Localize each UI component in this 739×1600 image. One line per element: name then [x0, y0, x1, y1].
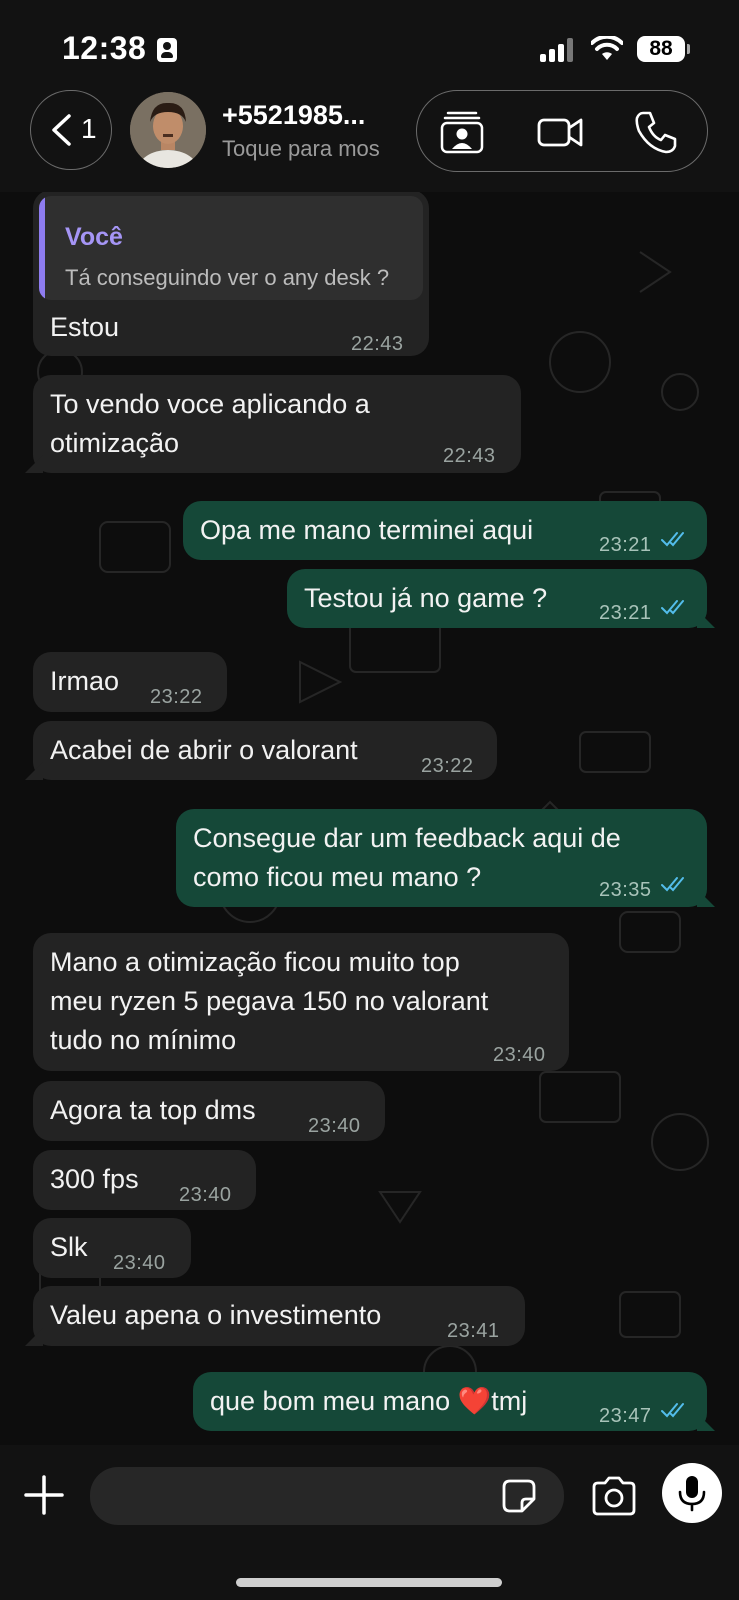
read-receipt-icon [661, 1403, 684, 1418]
message-list[interactable]: Você Tá conseguindo ver o any desk ? Est… [0, 192, 739, 1445]
quote-accent-bar [39, 196, 45, 300]
avatar[interactable] [130, 92, 206, 168]
contact-subtitle[interactable]: Toque para mos [222, 136, 392, 162]
message-bubble-incoming[interactable]: Valeu apena o investimento 23:41 [33, 1286, 525, 1346]
video-camera-icon[interactable] [537, 109, 583, 155]
phone-icon[interactable] [633, 109, 679, 155]
message-text: que bom meu mano ❤️tmj [210, 1386, 528, 1416]
message-time: 23:22 [421, 755, 474, 777]
message-text: como ficou meu mano ? [193, 862, 482, 892]
chat-header: 1 +5521985... Toque para mos [0, 90, 739, 192]
message-time: 22:43 [351, 333, 404, 355]
back-button[interactable]: 1 [30, 90, 112, 170]
message-time: 23:40 [179, 1184, 232, 1206]
message-bubble-outgoing[interactable]: Opa me mano terminei aqui 23:21 [183, 501, 707, 560]
contact-name[interactable]: +5521985... [222, 100, 392, 131]
quote-text: Tá conseguindo ver o any desk ? [65, 265, 390, 290]
message-text: 300 fps [50, 1164, 139, 1194]
unread-count: 1 [81, 113, 97, 144]
sticker-icon[interactable] [502, 1479, 536, 1513]
home-indicator [236, 1578, 502, 1587]
message-bubble-outgoing[interactable]: Consegue dar um feedback aqui de como fi… [176, 809, 707, 907]
message-bubble-incoming[interactable]: Acabei de abrir o valorant 23:22 [33, 721, 497, 780]
message-bubble-incoming[interactable]: Mano a otimização ficou muito top meu ry… [33, 933, 569, 1071]
message-text: Estou [50, 312, 120, 342]
battery-indicator: 88 [637, 36, 690, 62]
message-input[interactable] [90, 1467, 564, 1525]
message-text: otimização [50, 428, 180, 458]
message-composer [0, 1445, 739, 1600]
message-time: 23:35 [599, 879, 652, 901]
message-time: 23:40 [308, 1115, 361, 1137]
message-time: 23:40 [113, 1252, 166, 1274]
message-bubble-incoming[interactable]: Slk 23:40 [33, 1218, 191, 1278]
read-receipt-icon [661, 600, 684, 615]
microphone-icon [678, 1476, 706, 1512]
message-text: tudo no mínimo [50, 1025, 237, 1055]
message-time: 23:21 [599, 602, 652, 624]
read-receipt-icon [661, 877, 684, 892]
message-bubble-incoming[interactable]: 300 fps 23:40 [33, 1150, 256, 1210]
message-text: Agora ta top dms [50, 1095, 256, 1125]
message-time: 23:21 [599, 534, 652, 556]
message-time: 23:22 [150, 686, 203, 708]
message-time: 23:41 [447, 1320, 500, 1342]
message-text: Slk [50, 1232, 88, 1262]
camera-icon[interactable] [590, 1475, 638, 1517]
message-text: Opa me mano terminei aqui [200, 515, 534, 545]
call-actions [416, 90, 708, 172]
status-bar: 12:38 88 [0, 0, 739, 90]
message-bubble-outgoing[interactable]: que bom meu mano ❤️tmj 23:47 [193, 1372, 707, 1431]
quote-author: Você [65, 223, 123, 251]
message-text: Acabei de abrir o valorant [50, 735, 358, 765]
wifi-icon [591, 36, 623, 60]
message-bubble-incoming[interactable]: To vendo voce aplicando a otimização 22:… [33, 375, 521, 473]
message-time: 22:43 [443, 445, 496, 467]
message-text: Testou já no game ? [304, 583, 548, 613]
status-time: 12:38 [62, 30, 147, 66]
message-text: meu ryzen 5 pegava 150 no valorant [50, 986, 489, 1016]
contact-badge-icon [157, 38, 177, 62]
voice-record-button[interactable] [662, 1463, 722, 1523]
quoted-reply[interactable]: Você Tá conseguindo ver o any desk ? [39, 196, 423, 300]
message-text: Consegue dar um feedback aqui de [193, 823, 621, 853]
chevron-left-icon [52, 114, 71, 146]
message-time: 23:47 [599, 1405, 652, 1427]
message-text: Valeu apena o investimento [50, 1300, 382, 1330]
read-receipt-icon [661, 532, 684, 547]
message-bubble-outgoing[interactable]: Testou já no game ? 23:21 [287, 569, 707, 628]
message-time: 23:40 [493, 1044, 546, 1066]
cellular-signal-icon [540, 38, 576, 62]
message-text: To vendo voce aplicando a [50, 389, 370, 419]
message-text: Mano a otimização ficou muito top [50, 947, 460, 977]
message-bubble-incoming[interactable]: Irmao 23:22 [33, 652, 227, 712]
message-bubble-incoming[interactable]: Agora ta top dms 23:40 [33, 1081, 385, 1141]
plus-icon[interactable] [22, 1473, 66, 1517]
contact-card-icon[interactable] [439, 109, 485, 155]
message-text: Irmao [50, 666, 120, 696]
message-bubble-incoming[interactable]: Você Tá conseguindo ver o any desk ? Est… [33, 192, 429, 356]
